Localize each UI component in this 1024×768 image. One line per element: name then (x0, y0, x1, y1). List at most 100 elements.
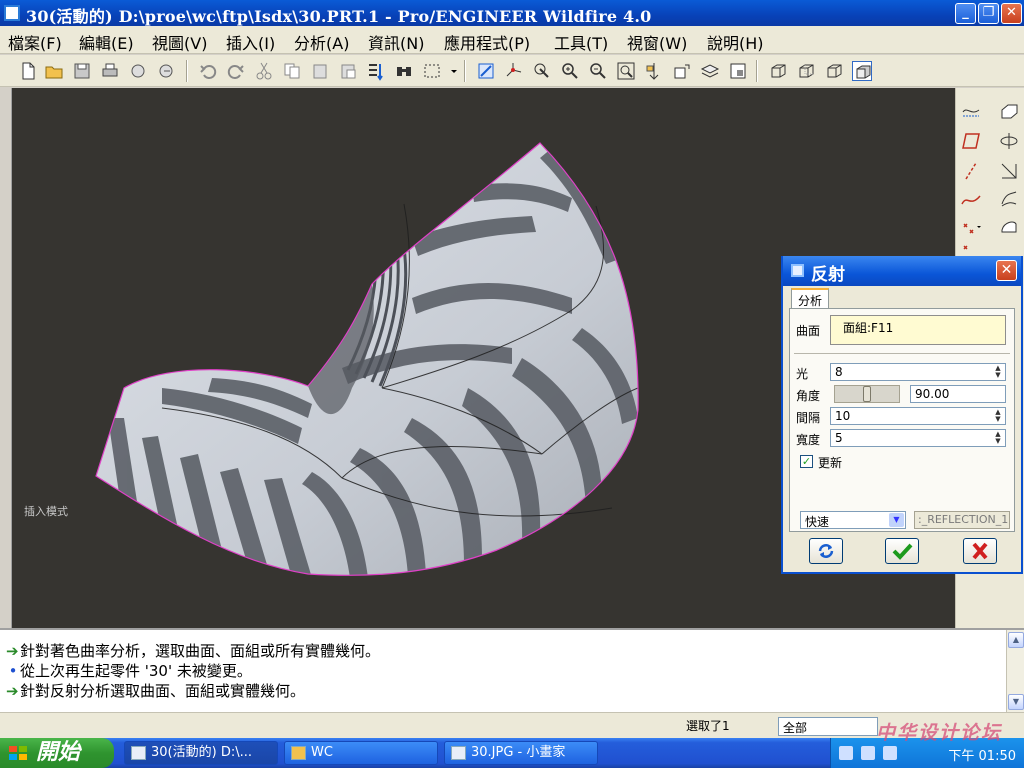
open-folder-icon[interactable] (44, 61, 64, 81)
refit-icon[interactable] (616, 61, 636, 81)
menu-tools[interactable]: 工具(T) (554, 30, 608, 54)
bullet-icon: • (8, 662, 18, 680)
spinner-arrows-icon[interactable]: ▲ ▼ (992, 365, 1004, 379)
redo-icon[interactable] (226, 61, 246, 81)
no-hidden-icon[interactable] (824, 61, 844, 81)
zoom-out-icon[interactable] (588, 61, 608, 81)
orient-mode-icon[interactable] (532, 61, 552, 81)
blend-icon[interactable] (998, 188, 1020, 210)
axis-icon[interactable] (960, 160, 982, 182)
dialog-close-button[interactable]: ✕ (996, 260, 1017, 281)
selection-box-icon[interactable] (422, 61, 442, 81)
scroll-down-icon[interactable]: ▼ (1008, 694, 1024, 710)
task-label: 30(活動的) D:\... (151, 745, 252, 760)
point-icon[interactable] (960, 216, 982, 238)
message-line: ➔針對著色曲率分析，選取曲面、面組或所有實體幾何。 (6, 640, 380, 661)
view-manager-icon[interactable] (728, 61, 748, 81)
dialog-title-bar[interactable]: 反射 ✕ (783, 256, 1021, 286)
extrude-icon[interactable] (998, 100, 1020, 122)
message-line: ➔針對反射分析選取曲面、面組或實體幾何。 (6, 680, 305, 701)
curve-icon[interactable] (960, 188, 982, 210)
menu-file[interactable]: 檔案(F) (8, 30, 62, 54)
selection-filter[interactable]: 全部 (778, 717, 878, 736)
menu-window[interactable]: 視窗(W) (627, 30, 687, 54)
chevron-down-icon[interactable]: ▼ (889, 513, 904, 527)
ok-button[interactable] (885, 538, 919, 564)
menu-edit[interactable]: 編輯(E) (79, 30, 134, 54)
cancel-button[interactable] (963, 538, 997, 564)
app-window: 30(活動的) D:\proe\wc\ftp\Isdx\30.PRT.1 - P… (0, 0, 1024, 768)
angle-value: 90.00 (915, 387, 950, 401)
paste-special-icon[interactable] (338, 61, 358, 81)
menu-bar: 檔案(F) 編輯(E) 視圖(V) 插入(I) 分析(A) 資訊(N) 應用程式… (0, 26, 1024, 54)
reorient-icon[interactable] (644, 61, 664, 81)
light-value: 8 (835, 365, 843, 379)
update-checkbox[interactable]: ✓ (800, 455, 813, 468)
light-input[interactable]: 8 ▲ ▼ (830, 363, 1006, 381)
model-tree-collapse-strip[interactable] (0, 88, 12, 628)
width-input[interactable]: 5 ▲ ▼ (830, 429, 1006, 447)
menu-info[interactable]: 資訊(N) (368, 30, 424, 54)
chevron-down-icon[interactable] (444, 61, 457, 81)
datum-plane-icon[interactable] (960, 100, 982, 122)
window-title: 30(活動的) D:\proe\wc\ftp\Isdx\30.PRT.1 - P… (26, 7, 652, 26)
network-icon[interactable] (839, 746, 853, 760)
sweep-icon[interactable] (998, 160, 1020, 182)
help-icon[interactable] (861, 746, 875, 760)
wireframe-icon[interactable] (768, 61, 788, 81)
analysis-panel: 曲面 面組:F11 光 8 ▲ ▼ 角度 90.00 間隔 10 ▲ ▼ 寬度 5 … (789, 308, 1015, 532)
undo-icon[interactable] (198, 61, 218, 81)
menu-analysis[interactable]: 分析(A) (294, 30, 349, 54)
menu-insert[interactable]: 插入(I) (226, 30, 275, 54)
repeat-button[interactable] (809, 538, 843, 564)
spinner-arrows-icon[interactable]: ▲ ▼ (992, 409, 1004, 423)
hidden-line-icon[interactable] (796, 61, 816, 81)
analysis-name-field[interactable]: :_REFLECTION_1 (914, 511, 1010, 529)
saved-views-icon[interactable] (672, 61, 692, 81)
copy-icon[interactable] (282, 61, 302, 81)
taskbar: 開始 30(活動的) D:\... WC 30.JPG - 小畫家 下午 01:… (0, 738, 1024, 768)
task-paint[interactable]: 30.JPG - 小畫家 (444, 741, 598, 765)
spacing-input[interactable]: 10 ▲ ▼ (830, 407, 1006, 425)
mail-forward-icon[interactable] (156, 61, 176, 81)
task-proe[interactable]: 30(活動的) D:\... (124, 741, 278, 765)
width-label: 寬度 (796, 433, 821, 447)
angle-input[interactable]: 90.00 (910, 385, 1006, 403)
start-button[interactable]: 開始 (0, 738, 114, 768)
selection-count: 選取了1 (686, 719, 730, 733)
angle-slider[interactable] (834, 385, 900, 403)
mail-icon[interactable] (128, 61, 148, 81)
arrow-right-icon: ➔ (6, 642, 19, 660)
boundary-blend-icon[interactable] (998, 216, 1020, 238)
layers-icon[interactable] (700, 61, 720, 81)
scroll-up-icon[interactable]: ▲ (1008, 632, 1024, 648)
folder-icon (291, 746, 306, 760)
message-scrollbar[interactable]: ▲ ▼ (1006, 630, 1024, 712)
spin-center-icon[interactable] (504, 61, 524, 81)
print-icon[interactable] (100, 61, 120, 81)
plane-icon[interactable] (960, 130, 982, 152)
zoom-in-icon[interactable] (560, 61, 580, 81)
minimize-button[interactable]: _ (955, 3, 976, 24)
quality-select[interactable]: 快速 ▼ (800, 511, 906, 529)
volume-icon[interactable] (883, 746, 897, 760)
menu-help[interactable]: 說明(H) (707, 30, 764, 54)
save-icon[interactable] (72, 61, 92, 81)
spinner-arrows-icon[interactable]: ▲ ▼ (992, 431, 1004, 445)
close-button[interactable]: ✕ (1001, 3, 1022, 24)
revolve-icon[interactable] (998, 130, 1020, 152)
menu-view[interactable]: 視圖(V) (152, 30, 207, 54)
find-icon[interactable] (394, 61, 414, 81)
task-wc-folder[interactable]: WC (284, 741, 438, 765)
surface-collector[interactable]: 面組:F11 (830, 315, 1006, 345)
cut-icon[interactable] (254, 61, 274, 81)
menu-applications[interactable]: 應用程式(P) (444, 30, 530, 54)
paste-icon[interactable] (310, 61, 330, 81)
slider-thumb[interactable] (863, 386, 871, 402)
arrow-right-icon: ➔ (6, 682, 19, 700)
repaint-icon[interactable] (476, 61, 496, 81)
new-file-icon[interactable] (18, 61, 38, 81)
maximize-button[interactable]: ❐ (978, 3, 999, 24)
regenerate-icon[interactable] (366, 61, 386, 81)
shading-icon[interactable] (852, 61, 872, 81)
